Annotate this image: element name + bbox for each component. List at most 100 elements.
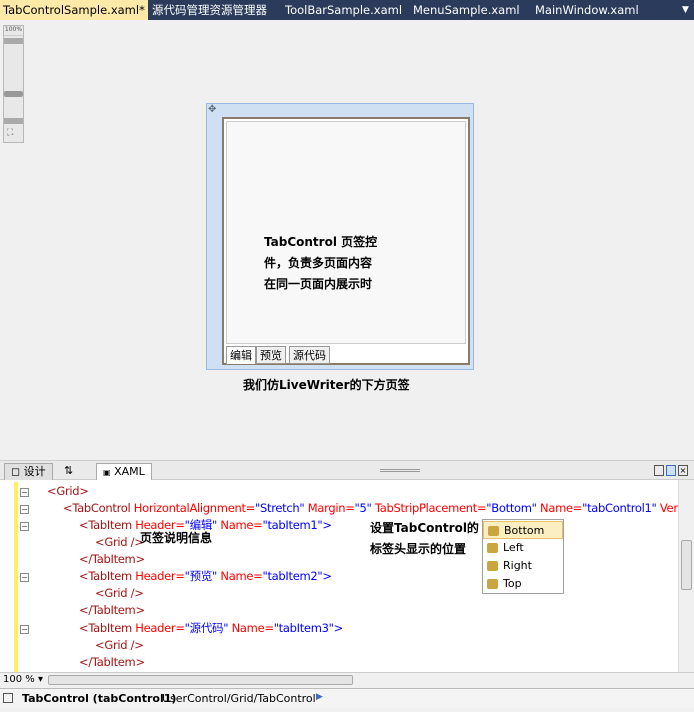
tab-list-dropdown-icon[interactable]: ▼	[682, 0, 689, 20]
attr: Name=	[536, 501, 583, 515]
attr: Header=	[135, 621, 185, 635]
intellisense-list[interactable]: Bottom Left Right Top	[482, 519, 564, 594]
item-label: Left	[503, 541, 524, 554]
value: "Bottom"	[486, 501, 537, 515]
tab-label: TabControlSample.xaml*	[3, 3, 145, 17]
code-line: <Grid />	[95, 534, 144, 551]
enum-value-icon	[487, 561, 498, 571]
intellisense-item-bottom[interactable]: Bottom	[483, 521, 563, 539]
item-label: Bottom	[504, 524, 545, 537]
tag-end: >	[322, 569, 332, 583]
code-line: <TabItem Header="预览" Name="tabItem2">	[79, 568, 332, 585]
enum-value-icon	[487, 579, 498, 589]
breadcrumb-element[interactable]: TabControl (tabControl1)	[22, 692, 176, 705]
value: "Stretch"	[255, 501, 305, 515]
intellisense-item-left[interactable]: Left	[483, 539, 563, 557]
tab-toolbarsample[interactable]: ToolBarSample.xaml	[285, 0, 402, 20]
tab-mainwindow[interactable]: MainWindow.xaml	[535, 0, 639, 20]
fold-icon[interactable]: −	[20, 488, 29, 497]
attr: TabStripPlacement=	[371, 501, 487, 515]
tab-menusample[interactable]: MenuSample.xaml	[413, 0, 520, 20]
splitter-grip[interactable]	[380, 469, 420, 472]
tag: <TabItem	[79, 569, 136, 583]
vertical-scrollbar[interactable]	[678, 480, 694, 672]
value: "预览"	[184, 569, 218, 583]
tag: <Grid />	[95, 535, 144, 549]
item-label: Right	[503, 559, 532, 572]
note-line: TabControl 页签控	[264, 235, 378, 249]
fold-icon[interactable]: −	[20, 573, 29, 582]
move-handle-icon[interactable]: ✥	[208, 104, 216, 115]
tag: </TabItem>	[79, 603, 145, 617]
breadcrumb-arrow-icon[interactable]: ▶	[316, 692, 323, 702]
zoom-slider-label: 100%	[4, 26, 23, 36]
intellisense-item-top[interactable]: Top	[483, 575, 563, 593]
zoom-slider[interactable]: 100% ⛶	[3, 25, 24, 143]
preview-tab-preview[interactable]: 预览	[256, 346, 286, 364]
design-icon: ◻	[11, 465, 21, 478]
code-line: </TabItem>	[79, 551, 145, 568]
xaml-editor[interactable]: − − − − − <Grid> <TabControl HorizontalA…	[0, 480, 691, 672]
code-line: </TabItem>	[79, 654, 145, 671]
intellisense-item-right[interactable]: Right	[483, 557, 563, 575]
value: "tabItem2"	[262, 569, 323, 583]
zoom-level-dropdown[interactable]: 100 % ▾	[3, 674, 43, 685]
zoom-slider-thumb[interactable]	[4, 91, 23, 97]
tab-source-control[interactable]: 源代码管理资源管理器	[152, 0, 267, 20]
tab-xaml-label: XAML	[114, 465, 145, 478]
attr: HorizontalAlignment=	[133, 501, 256, 515]
annotation-placement-1: 设置TabControl的	[370, 521, 479, 535]
document-outline-icon[interactable]	[3, 693, 13, 703]
attr: Name=	[228, 621, 274, 635]
xaml-icon: ▣	[103, 468, 111, 477]
value: "tabItem1"	[262, 518, 323, 532]
horizontal-split-icon[interactable]	[666, 465, 676, 476]
fit-to-window-icon[interactable]: ⛶	[7, 128, 13, 138]
preview-tab-source[interactable]: 源代码	[289, 346, 330, 364]
tab-design[interactable]: ◻ 设计	[4, 463, 53, 481]
value: "tabControl1"	[582, 501, 657, 515]
document-tab-bar: TabControlSample.xaml* ✕ 源代码管理资源管理器 Tool…	[0, 0, 694, 20]
enum-value-icon	[487, 543, 498, 553]
attr: Name=	[217, 518, 263, 532]
attr: Margin=	[304, 501, 355, 515]
code-line: </TabItem>	[79, 602, 145, 619]
tag: <TabControl	[63, 501, 134, 515]
breadcrumb-path[interactable]: UserControl/Grid/TabControl	[162, 692, 316, 705]
note-line: 件，负责多页面内容	[264, 256, 373, 270]
tag: <TabItem	[79, 621, 136, 635]
collapse-pane-icon[interactable]: ×	[678, 465, 688, 476]
value: "tabItem3"	[273, 621, 334, 635]
preview-tab-edit[interactable]: 编辑	[226, 346, 256, 364]
vertical-split-icon[interactable]	[654, 465, 664, 476]
enum-value-icon	[488, 526, 499, 536]
attr: Header=	[135, 569, 185, 583]
fold-icon[interactable]: −	[20, 625, 29, 634]
horizontal-scroll-thumb[interactable]	[48, 675, 353, 685]
tag: <Grid>	[47, 484, 89, 498]
tab-design-label: 设计	[23, 465, 46, 478]
tag: <Grid />	[95, 586, 144, 600]
tab-tabcontrolsample[interactable]: TabControlSample.xaml* ✕	[0, 0, 162, 20]
code-line: <Grid>	[47, 483, 89, 500]
tag: </TabItem>	[79, 552, 145, 566]
swap-panes-button[interactable]: ⇅	[58, 463, 79, 481]
tag: </TabItem>	[79, 655, 145, 669]
code-line: <TabControl HorizontalAlignment="Stretch…	[63, 500, 691, 517]
horizontal-scroll-area: 100 % ▾	[0, 672, 694, 687]
change-marker	[14, 482, 18, 672]
value: "5"	[354, 501, 372, 515]
attr: Name=	[217, 569, 263, 583]
fold-icon[interactable]: −	[20, 505, 29, 514]
element-breadcrumb-bar: TabControl (tabControl1) UserControl/Gri…	[0, 688, 694, 708]
tag: <Grid />	[95, 638, 144, 652]
pane-tab-bar: ◻ 设计 ⇅ ▣ XAML ×	[0, 460, 694, 482]
content-note: TabControl 页签控 件，负责多页面内容 在同一页面内展示时	[264, 232, 377, 295]
code-line: <TabItem Header="源代码" Name="tabItem3">	[79, 620, 343, 637]
fold-icon[interactable]: −	[20, 522, 29, 531]
note-line: 在同一页面内展示时	[264, 277, 373, 291]
vertical-scroll-thumb[interactable]	[681, 540, 692, 590]
tag: <TabItem	[79, 518, 136, 532]
tag-end: >	[333, 621, 344, 635]
value: "源代码"	[184, 621, 229, 635]
